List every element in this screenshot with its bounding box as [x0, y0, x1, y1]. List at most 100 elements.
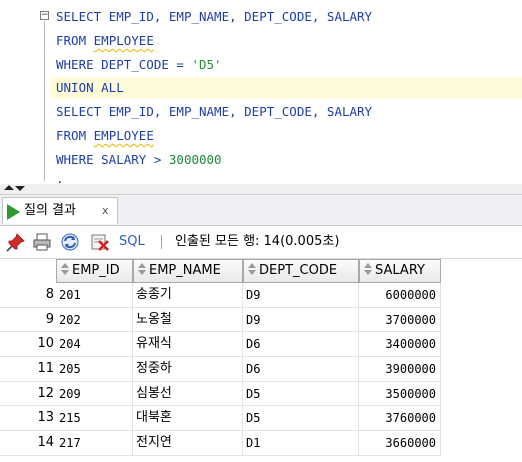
tab-query-result[interactable]: 질의 결과 x — [2, 197, 118, 224]
emp-id-cell[interactable]: 205 — [56, 357, 133, 382]
emp-name-cell[interactable]: 전지연 — [133, 431, 243, 456]
result-toolbar: SQL 인출된 모든 행: 14(0.005초) — [0, 226, 522, 259]
code-token: SELECT — [56, 104, 109, 120]
table-row[interactable]: 9 202 노옹철 D9 3700000 — [0, 307, 522, 333]
code-token: SELECT — [56, 9, 109, 24]
table-row[interactable]: 12 209 심봉선 D5 3500000 — [0, 381, 522, 407]
emp-name-cell[interactable]: 노옹철 — [133, 307, 243, 333]
row-number-cell[interactable]: 13 — [0, 406, 56, 432]
salary-cell[interactable]: 6000000 — [359, 283, 441, 308]
refresh-icon[interactable] — [60, 232, 80, 252]
emp-name-cell[interactable]: 송종기 — [133, 283, 243, 308]
salary-cell[interactable]: 3760000 — [359, 406, 441, 432]
code-token: SALARY > — [101, 151, 169, 167]
table-row[interactable]: 11 205 정중하 D6 3900000 — [0, 357, 522, 382]
emp-id-cell[interactable]: 201 — [56, 283, 133, 308]
sql-editor[interactable]: − SELECT EMP_ID, EMP_NAME, DEPT_CODE, SA… — [0, 0, 522, 184]
emp-name-cell[interactable]: 유재식 — [133, 332, 243, 358]
panel-splitter[interactable] — [0, 184, 522, 195]
editor-gutter — [0, 0, 36, 184]
emp-id-cell[interactable]: 204 — [56, 332, 133, 358]
sql-link[interactable]: SQL — [119, 234, 145, 250]
result-tab-bar: 질의 결과 x — [0, 195, 522, 226]
dept-code-cell[interactable]: D1 — [243, 431, 359, 456]
code-token: EMP_ID, EMP_NAME, DEPT_CODE, SALARY — [108, 9, 373, 24]
dept-code-cell[interactable]: D9 — [243, 283, 359, 308]
code-line[interactable]: WHERE DEPT_CODE = 'D5' — [56, 54, 222, 76]
results-grid[interactable]: EMP_ID EMP_NAME DEPT_CODE SALARY 8 201 송종기… — [0, 259, 522, 462]
code-token: DEPT_CODE = — [101, 56, 192, 72]
run-play-icon — [7, 204, 20, 220]
emp-id-cell[interactable]: 202 — [56, 307, 133, 333]
salary-cell[interactable]: 3900000 — [359, 357, 441, 382]
emp-id-cell[interactable]: 209 — [56, 381, 133, 407]
fold-guide-line — [44, 21, 45, 181]
code-token: 'D5' — [191, 56, 222, 72]
column-header-dept-code[interactable]: DEPT_CODE — [243, 259, 359, 283]
code-token: EMP_ID, EMP_NAME, DEPT_CODE, SALARY — [108, 104, 373, 120]
emp-name-cell[interactable]: 정중하 — [133, 357, 243, 382]
column-header-emp-id[interactable]: EMP_ID — [56, 259, 133, 283]
splitter-down-arrow-icon[interactable] — [15, 186, 25, 191]
emp-name-cell[interactable]: 심봉선 — [133, 381, 243, 407]
code-line[interactable]: SELECT EMP_ID, EMP_NAME, DEPT_CODE, SALA… — [56, 101, 372, 123]
row-number-cell[interactable]: 10 — [0, 332, 56, 358]
salary-cell[interactable]: 3700000 — [359, 307, 441, 333]
print-icon[interactable] — [32, 232, 52, 252]
emp-name-cell[interactable]: 대북혼 — [133, 406, 243, 432]
column-header-label: SALARY — [375, 263, 425, 278]
salary-cell[interactable]: 3400000 — [359, 332, 441, 358]
clear-icon[interactable] — [90, 232, 110, 252]
sort-icon[interactable] — [138, 263, 146, 275]
code-token: FROM — [56, 32, 94, 48]
code-token: WHERE — [56, 151, 102, 167]
code-token: UNION ALL — [56, 80, 124, 96]
table-row[interactable]: 14 217 전지연 D1 3660000 — [0, 431, 522, 456]
fetch-status-text: 인출된 모든 행: 14(0.005초) — [175, 234, 340, 249]
table-row[interactable]: 8 201 송종기 D9 6000000 — [0, 283, 522, 308]
grid-header: EMP_ID EMP_NAME DEPT_CODE SALARY — [0, 259, 522, 283]
code-token: ; — [56, 175, 64, 184]
splitter-up-arrow-icon[interactable] — [4, 185, 14, 190]
code-line[interactable]: ; — [56, 173, 64, 184]
column-header-salary[interactable]: SALARY — [359, 259, 441, 283]
code-line[interactable]: FROM EMPLOYEE — [56, 30, 154, 52]
code-token: WHERE — [56, 56, 102, 72]
code-line[interactable]: SELECT EMP_ID, EMP_NAME, DEPT_CODE, SALA… — [56, 6, 372, 28]
code-line[interactable]: UNION ALL — [50, 77, 522, 100]
row-number-cell[interactable]: 9 — [0, 308, 56, 333]
salary-cell[interactable]: 3660000 — [359, 431, 441, 456]
table-row[interactable]: 13 215 대북혼 D5 3760000 — [0, 406, 522, 432]
column-header-emp-name[interactable]: EMP_NAME — [133, 259, 243, 283]
pin-icon[interactable] — [6, 232, 26, 252]
tab-query-result-label: 질의 결과 — [24, 203, 76, 218]
column-header-label: EMP_ID — [72, 263, 120, 278]
column-header-label: DEPT_CODE — [259, 263, 338, 278]
row-number-cell[interactable]: 14 — [0, 431, 56, 456]
dept-code-cell[interactable]: D9 — [243, 307, 359, 333]
emp-id-cell[interactable]: 217 — [56, 431, 133, 456]
salary-cell[interactable]: 3500000 — [359, 381, 441, 407]
sort-icon[interactable] — [61, 263, 69, 275]
emp-id-cell[interactable]: 215 — [56, 406, 133, 432]
sort-icon[interactable] — [248, 263, 256, 275]
row-number-cell[interactable]: 8 — [0, 283, 56, 308]
fold-collapse-icon[interactable]: − — [40, 11, 49, 20]
sort-icon[interactable] — [364, 263, 372, 275]
code-token: EMPLOYEE — [93, 32, 154, 48]
row-number-cell[interactable]: 11 — [0, 357, 56, 382]
toolbar-separator — [161, 235, 162, 249]
tab-close-icon[interactable]: x — [102, 203, 109, 219]
code-line[interactable]: WHERE SALARY > 3000000 — [56, 149, 222, 171]
code-token: 3000000 — [168, 151, 222, 167]
dept-code-cell[interactable]: D6 — [243, 332, 359, 358]
code-line[interactable]: FROM EMPLOYEE — [56, 125, 154, 147]
table-row[interactable]: 10 204 유재식 D6 3400000 — [0, 332, 522, 358]
dept-code-cell[interactable]: D5 — [243, 381, 359, 407]
grid-rows: 8 201 송종기 D9 6000000 9 202 노옹철 D9 3700000 10 204 유재식… — [0, 283, 522, 456]
code-token: EMPLOYEE — [93, 128, 154, 143]
dept-code-cell[interactable]: D5 — [243, 406, 359, 432]
dept-code-cell[interactable]: D6 — [243, 357, 359, 382]
column-header-label: EMP_NAME — [149, 263, 221, 278]
row-number-cell[interactable]: 12 — [0, 382, 56, 407]
